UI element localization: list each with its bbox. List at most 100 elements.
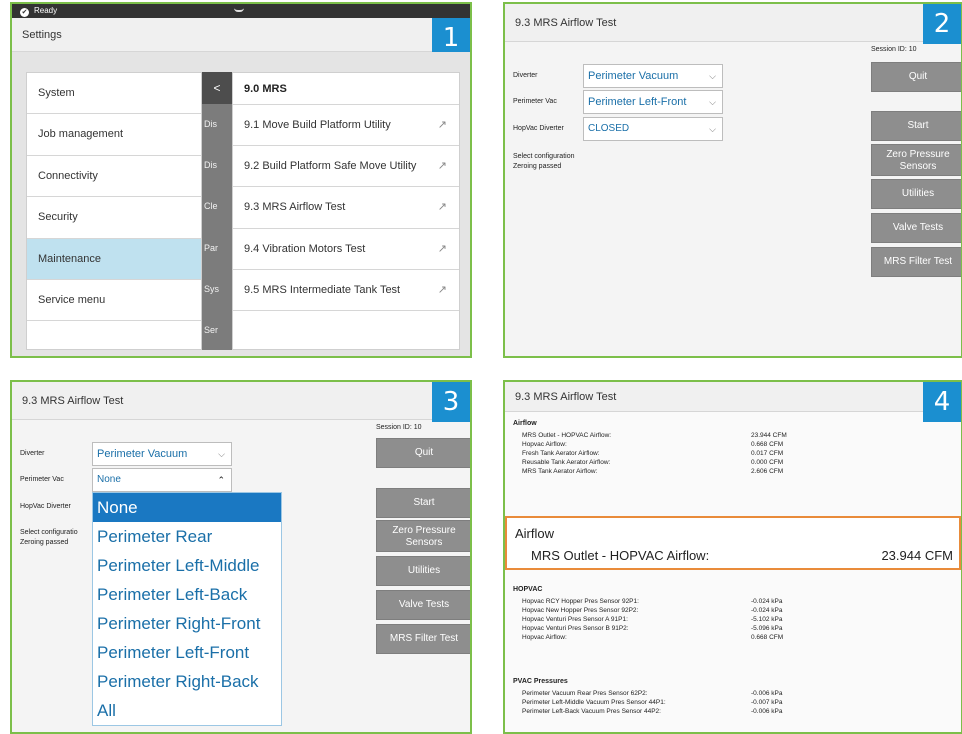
mrs-item-move-build-platform[interactable]: 9.1 Move Build Platform Utility ↗ xyxy=(233,105,459,147)
dropdown-option-perimeter-right-back[interactable]: Perimeter Right-Back xyxy=(93,667,281,696)
mrs-item-intermediate-tank[interactable]: 9.5 MRS Intermediate Tank Test ↗ xyxy=(233,270,459,311)
zero-pressure-sensors-button[interactable]: Zero Pressure Sensors xyxy=(376,520,470,552)
perimeter-vac-label: Perimeter Vac xyxy=(20,476,64,483)
external-arrow-icon: ↗ xyxy=(437,201,447,214)
airflow-readings-panel: 9.3 MRS Airflow Test 4 Airflow MRS Outle… xyxy=(503,380,962,734)
submenu-item[interactable]: Sys xyxy=(202,269,232,310)
airflow-highlight-callout: Airflow MRS Outlet - HOPVAC Airflow: 23.… xyxy=(505,516,961,570)
back-button[interactable]: < xyxy=(202,72,232,104)
reading-label: Perimeter Left-Back Vacuum Pres Sensor 4… xyxy=(522,708,661,715)
pull-down-handle-icon[interactable] xyxy=(234,8,244,12)
reading-value: 0.000 CFM xyxy=(751,459,784,466)
diverter-label: Diverter xyxy=(513,72,538,79)
settings-panel: ✔ Ready Settings 1 System Job management … xyxy=(10,2,472,358)
reading-label: Hopvac Venturi Pres Sensor A 91P1: xyxy=(522,616,628,623)
perimeter-vac-dropdown: None Perimeter Rear Perimeter Left-Middl… xyxy=(92,492,282,726)
chevron-down-icon: ⌵ xyxy=(218,449,225,459)
dropdown-option-perimeter-rear[interactable]: Perimeter Rear xyxy=(93,522,281,551)
menu-item-service-menu[interactable]: Service menu xyxy=(27,280,201,322)
status-message: Zeroing passed xyxy=(20,539,69,546)
reading-value: -0.024 kPa xyxy=(751,607,783,614)
start-button[interactable]: Start xyxy=(871,111,961,141)
submenu-item[interactable]: Par xyxy=(202,228,232,269)
reading-label: Reusable Tank Aerator Airflow: xyxy=(522,459,611,466)
reading-value: 0.668 CFM xyxy=(751,634,784,641)
mrs-list-header: 9.0 MRS xyxy=(233,73,459,105)
reading-value: 0.668 CFM xyxy=(751,441,784,448)
perimeter-vac-select[interactable]: Perimeter Left-Front ⌵ xyxy=(583,90,723,114)
settings-menu: System Job management Connectivity Secur… xyxy=(26,72,202,350)
mrs-filter-test-button[interactable]: MRS Filter Test xyxy=(871,247,961,277)
diverter-value: Perimeter Vacuum xyxy=(588,70,679,82)
quit-button[interactable]: Quit xyxy=(376,438,470,468)
mrs-item-safe-move[interactable]: 9.2 Build Platform Safe Move Utility ↗ xyxy=(233,146,459,188)
diverter-select[interactable]: Perimeter Vacuum ⌵ xyxy=(92,442,232,466)
page-title: 9.3 MRS Airflow Test xyxy=(12,382,470,420)
reading-value: -0.006 kPa xyxy=(751,708,783,715)
hopvac-diverter-label: HopVac Diverter xyxy=(513,125,564,132)
zero-pressure-sensors-button[interactable]: Zero Pressure Sensors xyxy=(871,144,961,176)
reading-value: -5.102 kPa xyxy=(751,616,783,623)
valve-tests-button[interactable]: Valve Tests xyxy=(376,590,470,620)
diverter-select[interactable]: Perimeter Vacuum ⌵ xyxy=(583,64,723,88)
dropdown-option-perimeter-left-front[interactable]: Perimeter Left-Front xyxy=(93,638,281,667)
session-id: Session ID: 10 xyxy=(376,424,422,431)
panel-number-badge: 3 xyxy=(432,382,470,422)
status-message: Select configuration xyxy=(513,153,575,160)
external-arrow-icon: ↗ xyxy=(437,160,447,173)
mrs-item-airflow-test[interactable]: 9.3 MRS Airflow Test ↗ xyxy=(233,187,459,229)
diverter-label: Diverter xyxy=(20,450,45,457)
reading-label: Hopvac Airflow: xyxy=(522,634,567,641)
utilities-button[interactable]: Utilities xyxy=(376,556,470,586)
mrs-item-label: 9.5 MRS Intermediate Tank Test xyxy=(244,283,401,296)
reading-label: Hopvac Airflow: xyxy=(522,441,567,448)
mrs-item-label: 9.4 Vibration Motors Test xyxy=(244,242,366,255)
menu-item-job-management[interactable]: Job management xyxy=(27,114,201,156)
submenu-item[interactable]: Ser xyxy=(202,310,232,351)
diverter-row: Diverter Perimeter Vacuum ⌵ xyxy=(20,442,240,466)
dropdown-option-none[interactable]: None xyxy=(93,493,281,522)
start-button[interactable]: Start xyxy=(376,488,470,518)
reading-value: -0.006 kPa xyxy=(751,690,783,697)
valve-tests-button[interactable]: Valve Tests xyxy=(871,213,961,243)
reading-label: Perimeter Left-Middle Vacuum Pres Sensor… xyxy=(522,699,666,706)
reading-value: 2.606 CFM xyxy=(751,468,784,475)
session-id: Session ID: 10 xyxy=(871,46,917,53)
reading-label: Hopvac New Hopper Pres Sensor 92P2: xyxy=(522,607,639,614)
menu-item-maintenance[interactable]: Maintenance xyxy=(27,238,201,280)
submenu-item[interactable]: Dis xyxy=(202,145,232,186)
submenu-item[interactable]: Cle xyxy=(202,186,232,227)
menu-item-system[interactable]: System xyxy=(27,73,201,115)
submenu-column: < Dis Dis Cle Par Sys Ser xyxy=(202,72,232,350)
reading-value: 23.944 CFM xyxy=(751,432,787,439)
submenu-item[interactable]: Dis xyxy=(202,104,232,145)
page-title: 9.3 MRS Airflow Test xyxy=(505,4,961,42)
hopvac-diverter-label: HopVac Diverter xyxy=(20,503,71,510)
reading-value: -0.007 kPa xyxy=(751,699,783,706)
reading-value: -0.024 kPa xyxy=(751,598,783,605)
reading-label: MRS Tank Aerator Airflow: xyxy=(522,468,598,475)
reading-label: Perimeter Vacuum Rear Pres Sensor 62P2: xyxy=(522,690,648,697)
hopvac-diverter-value: CLOSED xyxy=(588,123,630,134)
perimeter-vac-label: Perimeter Vac xyxy=(513,98,557,105)
panel-number-badge: 2 xyxy=(923,4,961,44)
menu-item-security[interactable]: Security xyxy=(27,197,201,239)
dropdown-option-perimeter-left-middle[interactable]: Perimeter Left-Middle xyxy=(93,551,281,580)
highlight-value: 23.944 CFM xyxy=(881,548,953,563)
menu-item-connectivity[interactable]: Connectivity xyxy=(27,156,201,198)
dropdown-option-perimeter-right-front[interactable]: Perimeter Right-Front xyxy=(93,609,281,638)
hopvac-diverter-select[interactable]: CLOSED ⌵ xyxy=(583,117,723,141)
mrs-filter-test-button[interactable]: MRS Filter Test xyxy=(376,624,470,654)
mrs-item-vibration-motors[interactable]: 9.4 Vibration Motors Test ↗ xyxy=(233,229,459,270)
dropdown-option-all[interactable]: All xyxy=(93,696,281,725)
highlight-label: MRS Outlet - HOPVAC Airflow: xyxy=(531,548,710,563)
hopvac-diverter-row: HopVac Diverter CLOSED ⌵ xyxy=(513,117,723,141)
dropdown-option-perimeter-left-back[interactable]: Perimeter Left-Back xyxy=(93,580,281,609)
perimeter-vac-select[interactable]: None ⌃ xyxy=(92,468,232,492)
chevron-down-icon: ⌵ xyxy=(709,124,716,134)
quit-button[interactable]: Quit xyxy=(871,62,961,92)
reading-value: -5.096 kPa xyxy=(751,625,783,632)
mrs-item-label: 9.3 MRS Airflow Test xyxy=(244,201,346,214)
utilities-button[interactable]: Utilities xyxy=(871,179,961,209)
status-text: Ready xyxy=(34,6,58,15)
